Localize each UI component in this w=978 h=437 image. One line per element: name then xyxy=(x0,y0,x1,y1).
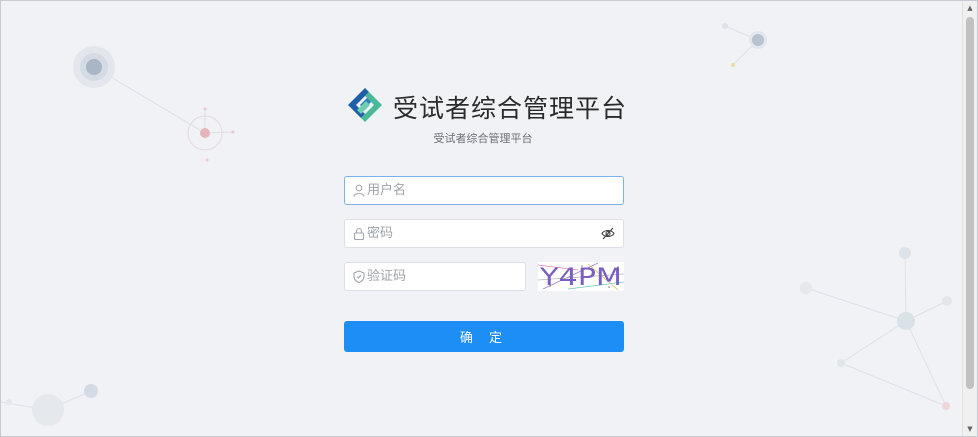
scroll-down-arrow-icon[interactable]: ▼ xyxy=(963,422,977,436)
scroll-up-arrow-icon[interactable]: ▲ xyxy=(963,1,977,15)
shield-icon xyxy=(353,270,365,283)
scrollbar-thumb[interactable] xyxy=(966,17,974,389)
submit-button[interactable]: 确 定 xyxy=(344,321,624,352)
captcha-input[interactable] xyxy=(367,263,497,290)
password-input[interactable] xyxy=(367,220,595,247)
eye-off-icon[interactable] xyxy=(601,227,615,240)
captcha-image[interactable]: Y4PM xyxy=(538,262,624,291)
captcha-text: Y4PM xyxy=(539,263,622,291)
password-field[interactable] xyxy=(344,219,624,248)
lock-icon xyxy=(353,227,365,240)
app-logo xyxy=(348,88,382,122)
user-icon xyxy=(353,184,365,197)
username-input[interactable] xyxy=(367,177,595,204)
captcha-field[interactable] xyxy=(344,262,526,291)
username-field[interactable] xyxy=(344,176,624,205)
app-subtitle: 受试者综合管理平台 xyxy=(433,132,533,145)
vertical-scrollbar[interactable]: ▲ ▼ xyxy=(962,1,977,436)
app-title: 受试者综合管理平台 xyxy=(393,94,628,123)
page-frame: 受试者综合管理平台 受试者综合管理平台 用户名 验证码 Y4PM 确 定 ▲ ▼ xyxy=(0,0,978,437)
brand-header: 受试者综合管理平台 xyxy=(343,85,626,125)
